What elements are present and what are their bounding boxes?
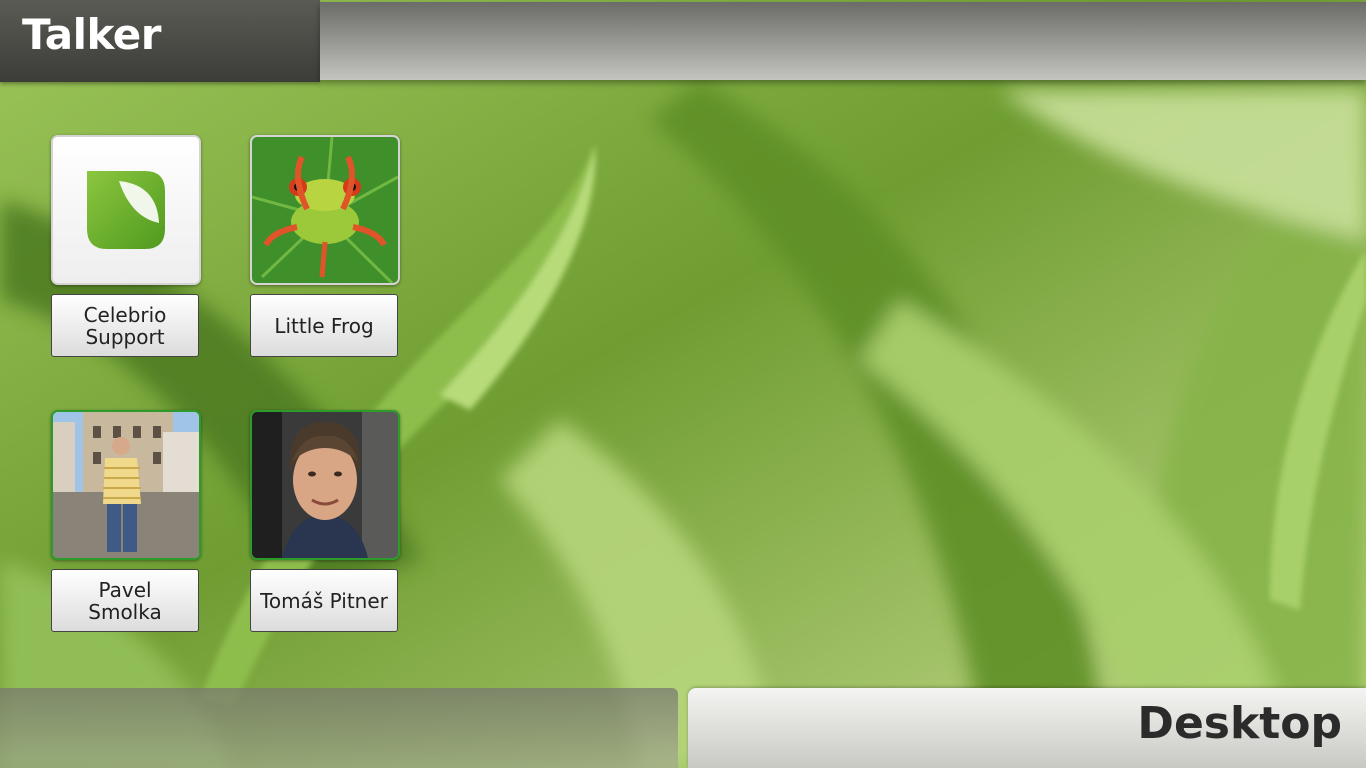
leaf-logo-icon [53,137,199,283]
frog-photo [252,137,398,283]
person-photo [53,412,199,558]
contact-name-button[interactable]: Little Frog [250,294,398,357]
header-bar [320,2,1366,80]
app-title: Talker [22,10,161,59]
contact-avatar[interactable] [51,410,201,560]
contact-name-button[interactable]: Tomáš Pitner [250,569,398,632]
title-bar: Talker [0,0,320,82]
background-leaves-image [0,0,1366,768]
contact-name-line1: Tomáš Pitner [260,588,388,613]
person-photo [252,412,398,558]
contact-name-button[interactable]: Pavel Smolka [51,569,199,632]
contact-name-button[interactable]: Celebrio Support [51,294,199,357]
contact-name-line1: Celebrio [83,302,167,327]
desktop-label: Desktop [1137,698,1342,749]
contact-name-line2: Smolka [88,599,162,624]
footer-left-panel [0,688,678,768]
contact-avatar[interactable] [51,135,201,285]
contact-avatar[interactable] [250,135,400,285]
desktop-button[interactable]: Desktop [688,688,1366,768]
contact-name-line1: Little Frog [274,313,374,338]
contact-name-line2: Support [85,324,165,349]
contact-name-line1: Pavel [98,577,152,602]
contact-avatar[interactable] [250,410,400,560]
